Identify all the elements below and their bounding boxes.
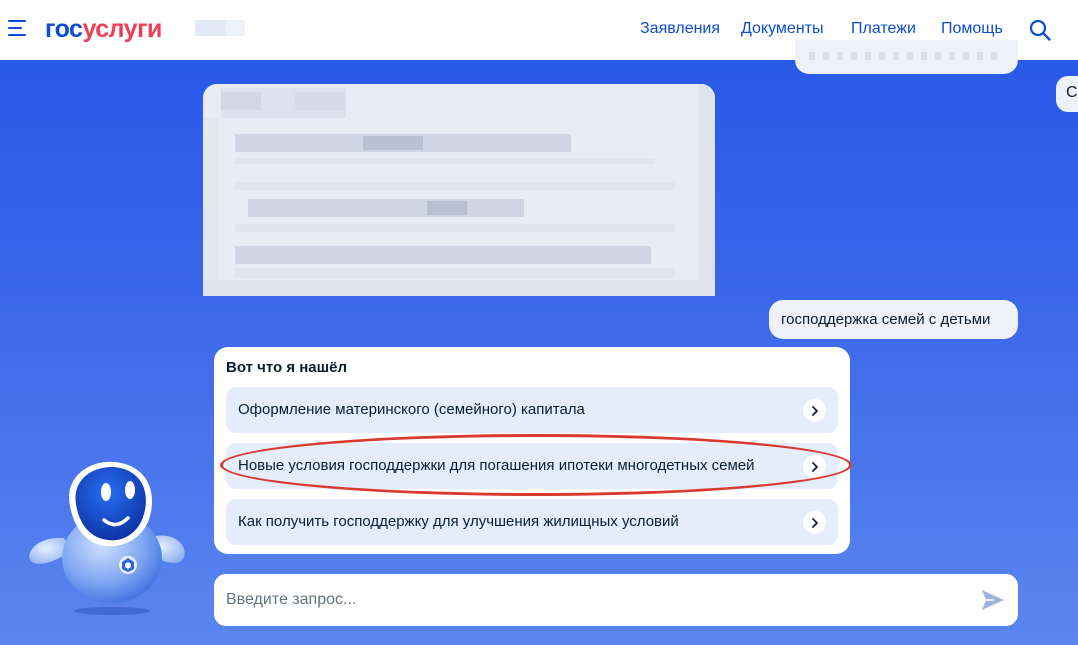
search-icon[interactable] <box>1028 18 1054 44</box>
chevron-right-icon <box>803 455 826 478</box>
nav-help[interactable]: Помощь <box>941 18 1003 40</box>
nav-documents[interactable]: Документы <box>741 18 823 40</box>
nav-applications[interactable]: Заявления <box>640 18 720 40</box>
chevron-right-icon <box>803 511 826 534</box>
blurred-message-card <box>203 84 715 296</box>
chevron-right-icon <box>803 399 826 422</box>
send-icon[interactable] <box>980 588 1006 612</box>
nav-payments[interactable]: Платежи <box>851 18 916 40</box>
blurred-region-selector[interactable] <box>195 20 245 36</box>
logo-part-gos: гос <box>45 15 83 43</box>
option-housing-support[interactable]: Как получить господдержку для улучшения … <box>226 499 838 545</box>
bot-results-card: Вот что я нашёл Оформление материнского … <box>214 347 850 554</box>
gosuslugi-logo[interactable]: госуслуги <box>45 14 162 44</box>
robot-mascot <box>24 458 190 618</box>
logo-part-uslugi: услуги <box>82 15 162 43</box>
query-input-box <box>214 574 1018 626</box>
user-message-bubble: господдержка семей с детьми <box>769 300 1018 339</box>
offscreen-chip-label: С <box>1066 84 1078 101</box>
blurred-message-bubble <box>795 40 1018 74</box>
option-mortgage-large-families[interactable]: Новые условия господдержки для погашения… <box>226 443 838 489</box>
option-label: Новые условия господдержки для погашения… <box>238 457 755 474</box>
burger-menu-icon[interactable] <box>8 20 28 38</box>
option-label: Как получить господдержку для улучшения … <box>238 513 679 530</box>
option-label: Оформление материнского (семейного) капи… <box>238 401 585 418</box>
query-input[interactable] <box>226 574 966 626</box>
results-title: Вот что я нашёл <box>226 359 348 376</box>
offscreen-chip[interactable]: С <box>1056 76 1078 112</box>
option-maternity-capital[interactable]: Оформление материнского (семейного) капи… <box>226 387 838 433</box>
